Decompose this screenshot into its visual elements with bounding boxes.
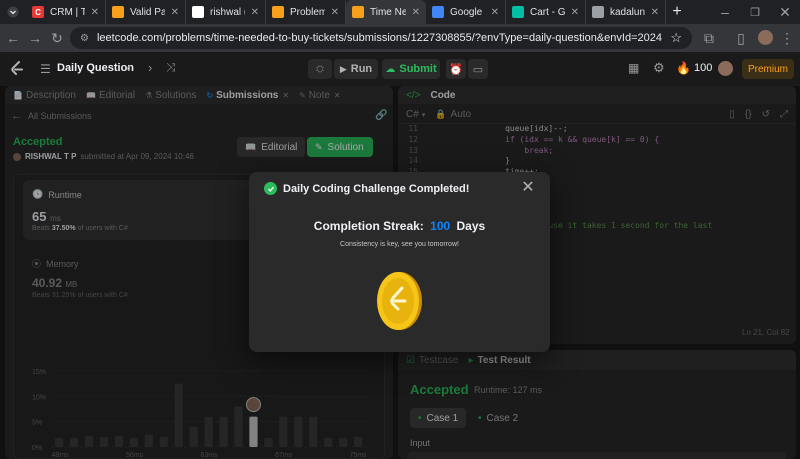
browser-toolbar: ← → ↻ ⚙ leetcode.com/problems/time-neede… (0, 24, 800, 52)
user-avatar[interactable] (718, 61, 733, 76)
leetcode-coin-icon (377, 272, 422, 330)
reload-icon[interactable]: ↻ (46, 27, 68, 49)
tab-favicon-icon: C (32, 6, 44, 18)
modal-close-icon[interactable]: ✕ (519, 178, 537, 196)
side-panel-icon[interactable]: ▯ (730, 27, 752, 49)
browser-tab[interactable]: Valid Paren ✕ (106, 0, 186, 24)
minimize-icon[interactable]: – (710, 1, 740, 23)
profile-avatar[interactable] (758, 30, 773, 45)
browser-menu-icon[interactable]: ⋮ (776, 27, 798, 49)
tab-close-icon[interactable]: ✕ (412, 7, 420, 18)
new-tab-icon[interactable]: + (666, 1, 688, 23)
tab-favicon-icon (512, 6, 524, 18)
tab-search-icon[interactable] (0, 1, 26, 23)
browser-tab[interactable]: Problems ✕ (266, 0, 346, 24)
address-bar[interactable]: ⚙ leetcode.com/problems/time-needed-to-b… (70, 27, 692, 49)
leetcode-logo-icon[interactable] (10, 61, 24, 77)
tab-favicon-icon (112, 6, 124, 18)
problem-list-icon[interactable]: ☰ (40, 62, 51, 76)
forward-icon[interactable]: → (24, 27, 46, 49)
debug-icon[interactable]: ⛭ (308, 59, 332, 79)
tab-close-icon[interactable]: ✕ (331, 7, 339, 18)
fire-icon: 🔥 (676, 61, 691, 75)
tab-close-icon[interactable]: ✕ (571, 7, 579, 18)
timer-icon[interactable]: ⏰ (446, 59, 466, 79)
layout-icon[interactable]: ▦ (628, 61, 639, 75)
streak-suffix: Days (456, 219, 486, 233)
tab-favicon-icon (352, 6, 364, 18)
browser-tab[interactable]: rishwal (Ri ✕ (186, 0, 266, 24)
tab-title: CRM | Trell (50, 6, 85, 18)
settings-gear-icon[interactable]: ⚙ (653, 60, 665, 76)
extensions-icon[interactable]: ⧉ (698, 27, 720, 49)
bookmark-star-icon[interactable]: ☆ (670, 30, 682, 46)
url-text: leetcode.com/problems/time-needed-to-buy… (96, 32, 663, 44)
upload-cloud-icon: ☁ (385, 63, 396, 75)
tab-close-icon[interactable]: ✕ (251, 7, 259, 18)
run-button[interactable]: ▶ Run (334, 59, 378, 79)
tab-close-icon[interactable]: ✕ (651, 7, 659, 18)
tab-title: Time Need (370, 6, 406, 18)
premium-label: Premium (747, 63, 788, 75)
notes-icon[interactable]: ▭ (468, 59, 488, 79)
tab-favicon-icon (592, 6, 604, 18)
play-icon: ▶ (339, 63, 347, 74)
streak-value: 100 (430, 219, 451, 233)
tab-favicon-icon (432, 6, 444, 18)
tab-title: rishwal (Ri (210, 6, 245, 18)
submit-label: Submit (399, 63, 437, 75)
modal-title: Daily Coding Challenge Completed! (283, 183, 470, 195)
browser-tabstrip: CCRM | Trell✕Valid Paren✕rishwal (Ri✕Pro… (0, 0, 800, 24)
submit-button[interactable]: ☁ Submit (382, 59, 440, 79)
modal-subtitle: Consistency is key, see you tomorrow! (340, 241, 459, 248)
tab-close-icon[interactable]: ✕ (91, 7, 99, 18)
browser-tab[interactable]: C CRM | Trell ✕ (26, 0, 106, 24)
browser-tab[interactable]: kadalundi ✕ (586, 0, 666, 24)
back-icon[interactable]: ← (2, 27, 24, 49)
tab-title: Cart - GoD (530, 6, 565, 18)
tab-title: kadalundi (610, 6, 645, 18)
daily-challenge-modal: Daily Coding Challenge Completed! ✕ Comp… (249, 172, 550, 352)
completion-streak: Completion Streak: 100 Days (249, 219, 550, 233)
premium-button[interactable]: Premium (742, 59, 794, 79)
browser-tab[interactable]: Google Ch ✕ (426, 0, 506, 24)
tab-favicon-icon (272, 6, 284, 18)
maximize-icon[interactable]: ❐ (740, 1, 770, 23)
success-check-icon (264, 182, 277, 195)
prev-problem-icon[interactable]: ‹ (126, 60, 130, 75)
leetcode-topbar: ☰ Daily Question ‹ › ⤨ ⛭ ▶ Run ☁ Submit … (0, 52, 800, 86)
tab-title: Google Ch (450, 6, 485, 18)
shuffle-icon[interactable]: ⤨ (166, 60, 176, 75)
site-info-icon[interactable]: ⚙ (80, 33, 89, 44)
browser-tab[interactable]: Time Need ✕ (346, 0, 426, 24)
tab-close-icon[interactable]: ✕ (171, 7, 179, 18)
tab-title: Valid Paren (130, 6, 165, 18)
streak-counter[interactable]: 🔥 100 (676, 61, 712, 75)
close-window-icon[interactable]: ✕ (770, 1, 800, 23)
next-problem-icon[interactable]: › (148, 60, 152, 75)
tab-close-icon[interactable]: ✕ (491, 7, 499, 18)
daily-question-title[interactable]: Daily Question (57, 62, 134, 74)
streak-count: 100 (693, 62, 713, 74)
tab-favicon-icon (192, 6, 204, 18)
tab-title: Problems (290, 6, 325, 18)
browser-tab[interactable]: Cart - GoD ✕ (506, 0, 586, 24)
run-label: Run (350, 63, 373, 75)
streak-prefix: Completion Streak: (313, 219, 424, 233)
